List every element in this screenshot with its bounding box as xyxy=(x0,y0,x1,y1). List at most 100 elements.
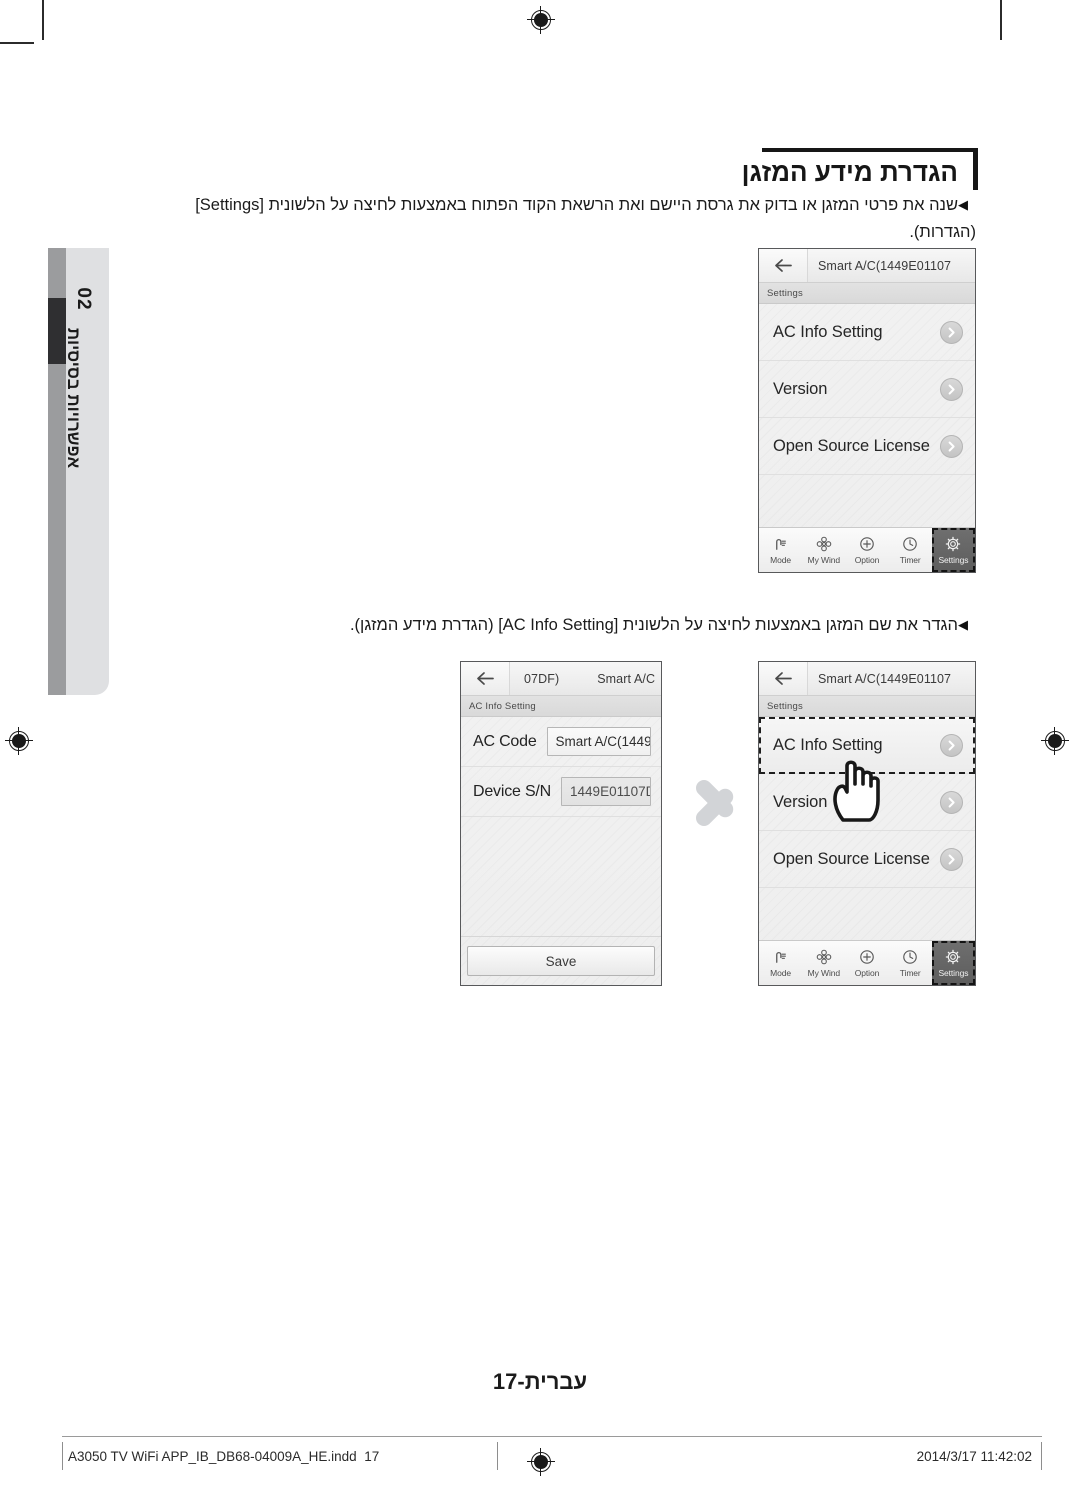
registration-mark-right xyxy=(1041,727,1069,755)
manual-page: 02 אפשרויות בסיסיות הגדרת מידע המזגן ◀שנ… xyxy=(0,0,1080,1491)
back-button[interactable] xyxy=(759,249,808,282)
chapter-title: אפשרויות בסיסיות xyxy=(64,327,83,469)
mode-icon xyxy=(773,536,788,553)
page-number-label: עברית-17 xyxy=(492,1369,588,1394)
print-footer-timestamp: 2014/3/17 11:42:02 xyxy=(916,1449,1032,1464)
chevron-right-icon xyxy=(940,320,963,344)
registration-mark-left xyxy=(5,727,33,755)
screen-title: Smart A/C(1449E01107 xyxy=(818,671,952,686)
chevron-right-icon xyxy=(940,790,963,814)
tab-settings[interactable]: Settings xyxy=(931,528,975,572)
tab-timer[interactable]: Timer xyxy=(889,528,932,572)
tab-my-wind[interactable]: My Wind xyxy=(802,528,845,572)
phone-screenshot-ac-info: 07DF) Smart A/C AC Info Setting AC Code … xyxy=(460,661,662,986)
tab-label: Timer xyxy=(899,554,921,565)
back-button[interactable] xyxy=(759,662,808,695)
tab-mode[interactable]: Mode xyxy=(759,528,802,572)
phone-screenshot-settings-top: Smart A/C(1449E01107 Settings AC Info Se… xyxy=(758,248,976,573)
tab-mode[interactable]: Mode xyxy=(759,941,802,985)
settings-row-version[interactable]: Version xyxy=(759,774,975,831)
tab-label: My Wind xyxy=(807,554,840,565)
tab-label: Option xyxy=(854,554,880,565)
screen-title: 07DF) Smart A/C xyxy=(510,672,661,686)
crop-rule-left-top xyxy=(0,42,34,44)
back-button[interactable] xyxy=(461,662,510,695)
footer-tick-left xyxy=(62,1442,63,1470)
screen-title-left: 07DF) xyxy=(524,671,560,686)
ac-code-input[interactable]: Smart A/C(1449E01 xyxy=(546,727,651,756)
plus-circle-icon xyxy=(859,536,875,553)
settings-row-label: AC Info Setting xyxy=(773,322,883,341)
settings-row-ac-info[interactable]: AC Info Setting xyxy=(759,717,975,774)
clock-icon xyxy=(902,536,918,553)
heading-bar xyxy=(973,148,978,190)
flow-chevron-left-icon xyxy=(692,772,746,834)
settings-row-ac-info[interactable]: AC Info Setting xyxy=(759,304,975,361)
field-row-device-sn: Device S/N 1449E01107DF xyxy=(461,767,661,817)
footer-rule xyxy=(62,1436,1042,1437)
fan-icon xyxy=(816,949,832,966)
instruction-text-1: שנה את פרטי המזגן או בדוק את גרסת היישם … xyxy=(195,196,976,241)
settings-row-version[interactable]: Version xyxy=(759,361,975,418)
settings-row-label: Version xyxy=(773,379,828,398)
settings-row-open-source[interactable]: Open Source License xyxy=(759,418,975,475)
tab-label: Timer xyxy=(899,967,921,978)
tab-label: Settings xyxy=(938,554,969,565)
screen-title: Smart A/C(1449E01107 xyxy=(818,258,952,273)
chapter-tab: 02 אפשרויות בסיסיות xyxy=(48,248,109,695)
page-heading: הגדרת מידע המזגן xyxy=(742,148,978,190)
section-header: Settings xyxy=(759,283,975,304)
settings-row-label: AC Info Setting xyxy=(773,735,883,754)
crop-rule-top-right xyxy=(1000,0,1002,40)
bullet-icon: ◀ xyxy=(958,197,968,212)
titlebar: Smart A/C(1449E01107 xyxy=(759,249,975,283)
settings-row-label: Version xyxy=(773,792,828,811)
tab-label: My Wind xyxy=(807,967,840,978)
instruction-paragraph-1: ◀שנה את פרטי המזגן או בדוק את גרסת היישם… xyxy=(186,192,976,245)
bottom-tabbar: Mode My Wind Option Timer Settings xyxy=(759,940,975,985)
tab-label: Option xyxy=(854,967,880,978)
print-footer-page: 17 xyxy=(364,1449,380,1464)
footer-tick-right xyxy=(1041,1442,1042,1470)
chevron-right-icon xyxy=(940,733,963,757)
plus-circle-icon xyxy=(859,949,875,966)
bottom-tabbar: Mode My Wind Option Timer Settings xyxy=(759,527,975,572)
chapter-number: 02 xyxy=(73,287,94,311)
tab-label: Mode xyxy=(770,554,792,565)
field-label: AC Code xyxy=(473,732,537,750)
field-row-ac-code: AC Code Smart A/C(1449E01 xyxy=(461,717,661,767)
section-header: Settings xyxy=(759,696,975,717)
screen-title-right: Smart A/C xyxy=(597,671,656,686)
heading-rule xyxy=(762,148,978,152)
tab-option[interactable]: Option xyxy=(845,941,888,985)
tab-label: Settings xyxy=(938,967,969,978)
print-footer-file: A3050 TV WiFi APP_IB_DB68-04009A_HE.indd… xyxy=(68,1449,379,1464)
settings-row-label: Open Source License xyxy=(773,436,930,455)
gear-icon xyxy=(945,949,961,966)
registration-mark-top xyxy=(527,6,555,34)
tab-my-wind[interactable]: My Wind xyxy=(802,941,845,985)
section-header: AC Info Setting xyxy=(461,696,661,717)
crop-rule-top-left xyxy=(42,0,44,40)
titlebar: Smart A/C(1449E01107 xyxy=(759,662,975,696)
chevron-right-icon xyxy=(940,377,963,401)
settings-row-open-source[interactable]: Open Source License xyxy=(759,831,975,888)
gear-icon xyxy=(945,536,961,553)
field-label: Device S/N xyxy=(473,782,552,800)
instruction-paragraph-2: ◀הגדר את שם המזגן באמצעות לחיצה על הלשונ… xyxy=(186,612,976,639)
titlebar: 07DF) Smart A/C xyxy=(461,662,661,696)
tab-option[interactable]: Option xyxy=(845,528,888,572)
device-sn-value: 1449E01107DF xyxy=(561,777,651,806)
registration-mark-bottom xyxy=(527,1448,555,1476)
tab-timer[interactable]: Timer xyxy=(889,941,932,985)
tab-label: Mode xyxy=(770,967,792,978)
save-button[interactable]: Save xyxy=(467,946,655,976)
chevron-right-icon xyxy=(940,847,963,871)
save-divider xyxy=(461,936,661,937)
instruction-text-2: הגדר את שם המזגן באמצעות לחיצה על הלשוני… xyxy=(349,616,958,634)
clock-icon xyxy=(902,949,918,966)
tab-settings[interactable]: Settings xyxy=(931,941,975,985)
fan-icon xyxy=(816,536,832,553)
chevron-right-icon xyxy=(940,434,963,458)
settings-row-label: Open Source License xyxy=(773,849,930,868)
